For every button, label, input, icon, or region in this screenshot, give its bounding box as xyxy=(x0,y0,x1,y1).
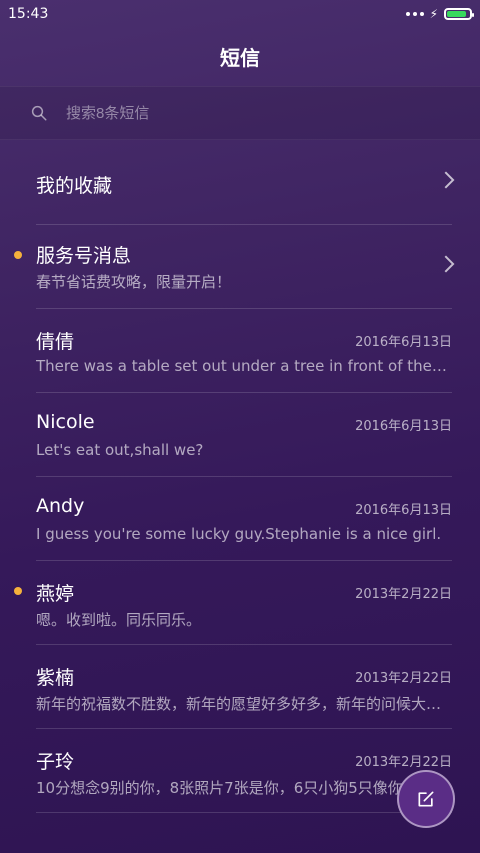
contact-name: Nicole xyxy=(36,411,95,433)
conversation-row[interactable]: Nicole 2016年6月13日 Let's eat out,shall we… xyxy=(0,393,480,477)
unread-dot xyxy=(14,251,22,259)
search-icon xyxy=(31,105,47,121)
status-time: 15:43 xyxy=(8,6,49,22)
message-preview: 新年的祝福数不胜数，新年的愿望好多好多，新年的问候大同小异 xyxy=(36,695,448,713)
conversation-row[interactable]: 燕婷 2013年2月22日 嗯。收到啦。同乐同乐。 xyxy=(0,561,480,645)
contact-name: 紫楠 xyxy=(36,667,75,689)
conversation-row[interactable]: 倩倩 2016年6月13日 There was a table set out … xyxy=(0,309,480,393)
message-date: 2013年2月22日 xyxy=(355,755,452,770)
contact-name: 倩倩 xyxy=(36,331,75,353)
compose-button[interactable] xyxy=(397,770,455,828)
message-preview: 嗯。收到啦。同乐同乐。 xyxy=(36,611,202,629)
status-icons: ⚡ xyxy=(405,7,474,21)
battery-icon xyxy=(444,8,474,20)
message-preview: Let's eat out,shall we? xyxy=(36,441,204,459)
message-preview: 10分想念9别的你，8张照片7张是你，6只小狗5只像你 xyxy=(36,779,403,797)
contact-name: Andy xyxy=(36,495,85,517)
charging-icon: ⚡ xyxy=(429,7,438,21)
contact-name: 子玲 xyxy=(36,751,75,773)
message-date: 2016年6月13日 xyxy=(355,503,452,518)
unread-dot xyxy=(14,587,22,595)
page-title: 短信 xyxy=(220,45,260,70)
compose-icon xyxy=(418,791,434,807)
service-messages-name: 服务号消息 xyxy=(36,245,132,267)
message-date: 2013年2月22日 xyxy=(355,587,452,602)
status-bar: 15:43 ⚡ xyxy=(0,0,480,28)
message-date: 2013年2月22日 xyxy=(355,671,452,686)
message-preview: I guess you're some lucky guy.Stephanie … xyxy=(36,525,442,543)
message-list: 我的收藏 服务号消息 春节省话费攻略，限量开启！ 倩倩 2016年6月13日 T… xyxy=(0,141,480,813)
message-date: 2016年6月13日 xyxy=(355,419,452,434)
signal-dots-icon xyxy=(405,12,424,16)
message-date: 2016年6月13日 xyxy=(355,335,452,350)
message-preview: There was a table set out under a tree i… xyxy=(36,357,448,375)
chevron-right-icon xyxy=(437,171,455,189)
contact-name: 燕婷 xyxy=(36,583,75,605)
service-messages-row[interactable]: 服务号消息 春节省话费攻略，限量开启！ xyxy=(0,225,480,309)
chevron-right-icon xyxy=(437,255,455,273)
search-bar[interactable] xyxy=(0,86,480,140)
favorites-label: 我的收藏 xyxy=(36,175,113,197)
search-input[interactable] xyxy=(64,103,428,123)
conversation-row[interactable]: Andy 2016年6月13日 I guess you're some luck… xyxy=(0,477,480,561)
conversation-row[interactable]: 紫楠 2013年2月22日 新年的祝福数不胜数，新年的愿望好多好多，新年的问候大… xyxy=(0,645,480,729)
service-messages-preview: 春节省话费攻略，限量开启！ xyxy=(36,273,232,291)
favorites-row[interactable]: 我的收藏 xyxy=(0,141,480,225)
